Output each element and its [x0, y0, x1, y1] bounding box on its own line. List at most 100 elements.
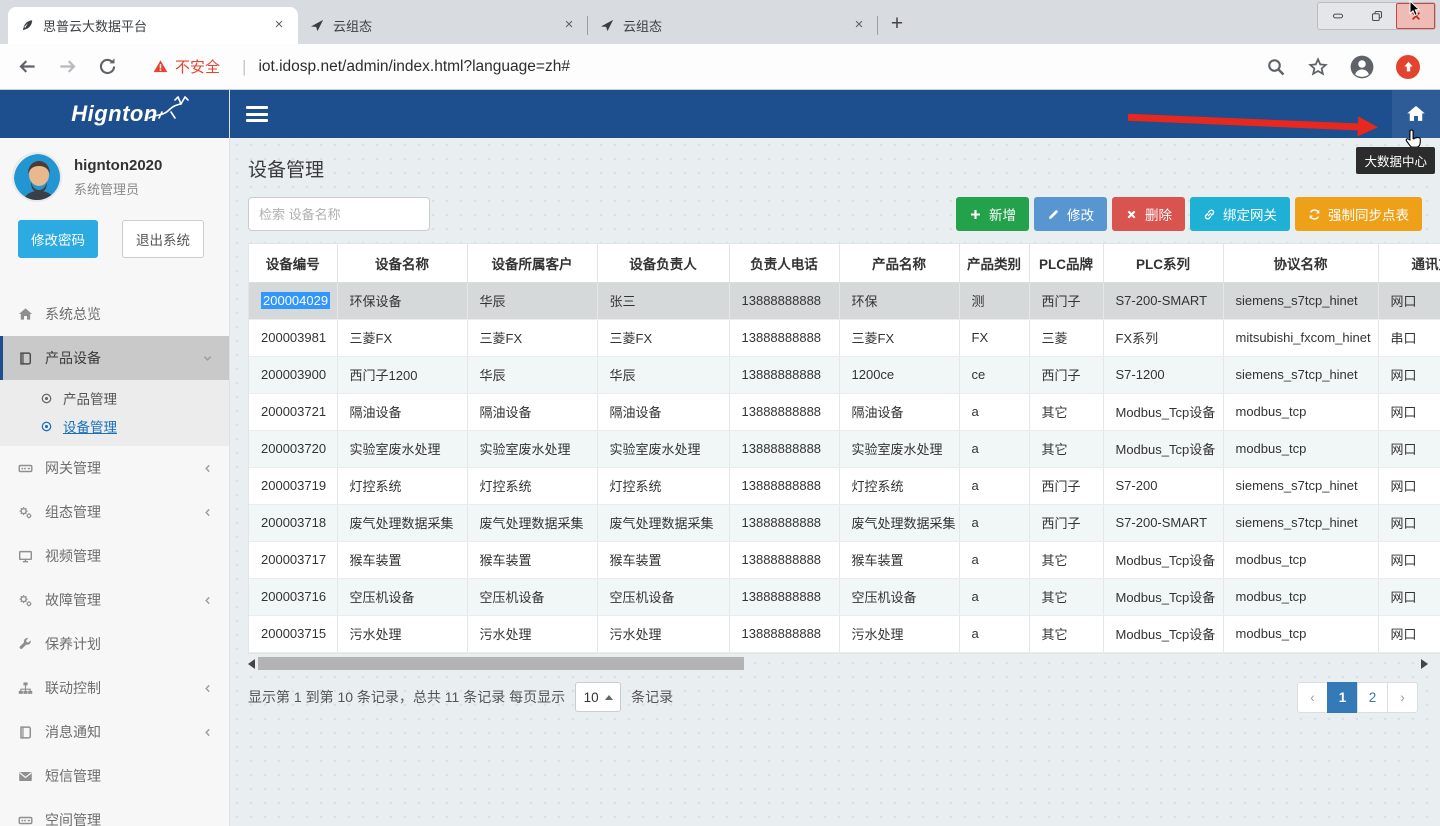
prev-page-button[interactable]: ‹	[1297, 682, 1328, 713]
bind-gateway-button[interactable]: 绑定网关	[1190, 197, 1290, 231]
sidebar-item-label: 产品设备	[45, 348, 101, 368]
avatar[interactable]	[12, 152, 62, 202]
change-password-button[interactable]: 修改密码	[18, 220, 98, 258]
table-cell: 环保设备	[337, 282, 467, 319]
table-cell: 13888888888	[729, 467, 839, 504]
table-cell: siemens_s7tcp_hinet	[1223, 282, 1378, 319]
sidebar-item-故障管理[interactable]: 故障管理	[0, 578, 229, 622]
column-header[interactable]: 负责人电话	[729, 244, 839, 282]
table-cell: 张三	[597, 282, 729, 319]
table-cell: 隔油设备	[467, 393, 597, 430]
top-navbar	[230, 90, 1440, 138]
sidebar-item-产品设备[interactable]: 产品设备	[0, 336, 229, 380]
table-cell: 13888888888	[729, 430, 839, 467]
page-button-2[interactable]: 2	[1357, 682, 1388, 713]
horizontal-scrollbar[interactable]	[248, 657, 1428, 670]
table-cell: 废气处理数据采集	[597, 504, 729, 541]
column-header[interactable]: 设备编号	[249, 244, 337, 282]
table-cell: 网口	[1378, 467, 1440, 504]
sidebar-item-label: 联动控制	[45, 678, 101, 698]
tab-close-icon[interactable]: ×	[560, 17, 578, 35]
table-cell: S7-200-SMART	[1103, 504, 1223, 541]
bookmark-star-icon[interactable]	[1308, 57, 1328, 77]
profile-icon[interactable]	[1350, 55, 1374, 79]
extension-button[interactable]	[1396, 55, 1420, 79]
sidebar-subitem-设备管理[interactable]: 设备管理	[0, 412, 229, 440]
logout-button[interactable]: 退出系统	[122, 220, 204, 258]
reload-button[interactable]	[94, 54, 120, 80]
browser-tab[interactable]: 云组态×	[298, 7, 588, 44]
scrollbar-thumb[interactable]	[258, 657, 744, 670]
delete-button[interactable]: 删除	[1112, 197, 1185, 231]
table-footer: 显示第 1 到第 10 条记录，总共 11 条记录 每页显示 10 条记录 ‹1…	[248, 682, 1418, 713]
button-label: 新增	[989, 204, 1016, 224]
table-cell: 污水处理	[467, 615, 597, 652]
table-cell: 猴车装置	[337, 541, 467, 578]
column-header[interactable]: PLC品牌	[1029, 244, 1103, 282]
sidebar-item-联动控制[interactable]: 联动控制	[0, 666, 229, 710]
sidebar-item-视频管理[interactable]: 视频管理	[0, 534, 229, 578]
summary-suffix: 条记录	[631, 687, 673, 707]
column-header[interactable]: 产品类别	[959, 244, 1029, 282]
table-row[interactable]: 200004029环保设备华辰张三13888888888环保测西门子S7-200…	[249, 282, 1440, 319]
back-button[interactable]	[14, 54, 40, 80]
force-sync-button[interactable]: 强制同步点表	[1295, 197, 1422, 231]
column-header[interactable]: PLC系列	[1103, 244, 1223, 282]
table-row[interactable]: 200003720实验室废水处理实验室废水处理实验室废水处理1388888888…	[249, 430, 1440, 467]
sidebar-item-系统总览[interactable]: 系统总览	[0, 292, 229, 336]
restore-button[interactable]	[1357, 3, 1396, 29]
add-button[interactable]: 新增	[956, 197, 1029, 231]
tab-strip: 思普云大数据平台×云组态×云组态×+	[8, 7, 912, 44]
column-header[interactable]: 设备所属客户	[467, 244, 597, 282]
table-row[interactable]: 200003715污水处理污水处理污水处理13888888888污水处理a其它M…	[249, 615, 1440, 652]
column-header[interactable]: 产品名称	[839, 244, 959, 282]
menu-toggle-button[interactable]	[246, 104, 268, 124]
scroll-right-arrow[interactable]	[1421, 659, 1428, 669]
column-header[interactable]: 设备名称	[337, 244, 467, 282]
table-row[interactable]: 200003721隔油设备隔油设备隔油设备13888888888隔油设备a其它M…	[249, 393, 1440, 430]
tab-close-icon[interactable]: ×	[270, 17, 288, 35]
sidebar-item-label: 组态管理	[45, 502, 101, 522]
page-size-select[interactable]: 10	[575, 682, 621, 712]
table-cell: 200003720	[249, 430, 337, 467]
minimize-button[interactable]	[1318, 3, 1357, 29]
device-table-wrap: 设备编号设备名称设备所属客户设备负责人负责人电话产品名称产品类别PLC品牌PLC…	[248, 243, 1440, 654]
zoom-icon[interactable]	[1266, 57, 1286, 77]
page-button-1[interactable]: 1	[1327, 682, 1358, 713]
tab-close-icon[interactable]: ×	[850, 17, 868, 35]
edit-button[interactable]: 修改	[1034, 197, 1107, 231]
forward-button[interactable]	[54, 54, 80, 80]
next-page-button[interactable]: ›	[1387, 682, 1418, 713]
sidebar-item-保养计划[interactable]: 保养计划	[0, 622, 229, 666]
chevron-left-icon	[202, 727, 213, 738]
search-input[interactable]	[248, 197, 430, 231]
sidebar-item-短信管理[interactable]: 短信管理	[0, 754, 229, 798]
table-row[interactable]: 200003717猴车装置猴车装置猴车装置13888888888猴车装置a其它M…	[249, 541, 1440, 578]
sidebar-item-消息通知[interactable]: 消息通知	[0, 710, 229, 754]
column-header[interactable]: 通讯方式	[1378, 244, 1440, 282]
sidebar-item-网关管理[interactable]: 网关管理	[0, 446, 229, 490]
sidebar-item-空间管理[interactable]: 空间管理	[0, 798, 229, 826]
browser-tab[interactable]: 云组态×	[588, 7, 878, 44]
sidebar-item-组态管理[interactable]: 组态管理	[0, 490, 229, 534]
table-row[interactable]: 200003719灯控系统灯控系统灯控系统13888888888灯控系统a西门子…	[249, 467, 1440, 504]
column-header[interactable]: 协议名称	[1223, 244, 1378, 282]
scroll-left-arrow[interactable]	[248, 659, 255, 669]
tab-title: 云组态	[623, 16, 850, 35]
security-indicator[interactable]: 不安全	[152, 56, 220, 77]
record-summary: 显示第 1 到第 10 条记录，总共 11 条记录 每页显示 10 条记录	[248, 682, 673, 712]
url-field[interactable]: iot.idosp.net/admin/index.html?language=…	[258, 58, 1266, 76]
table-row[interactable]: 200003981三菱FX三菱FX三菱FX13888888888三菱FXFX三菱…	[249, 319, 1440, 356]
table-row[interactable]: 200003718废气处理数据采集废气处理数据采集废气处理数据采集1388888…	[249, 504, 1440, 541]
table-row[interactable]: 200003716空压机设备空压机设备空压机设备13888888888空压机设备…	[249, 578, 1440, 615]
sidebar-subitem-产品管理[interactable]: 产品管理	[0, 384, 229, 412]
table-cell: 华辰	[467, 356, 597, 393]
pencil-icon	[1047, 208, 1060, 221]
table-cell: 三菱FX	[839, 319, 959, 356]
table-cell: 网口	[1378, 282, 1440, 319]
new-tab-button[interactable]: +	[882, 10, 912, 40]
table-row[interactable]: 200003900西门子1200华辰华辰138888888881200cece西…	[249, 356, 1440, 393]
table-cell: 200003900	[249, 356, 337, 393]
browser-tab[interactable]: 思普云大数据平台×	[8, 7, 298, 44]
column-header[interactable]: 设备负责人	[597, 244, 729, 282]
